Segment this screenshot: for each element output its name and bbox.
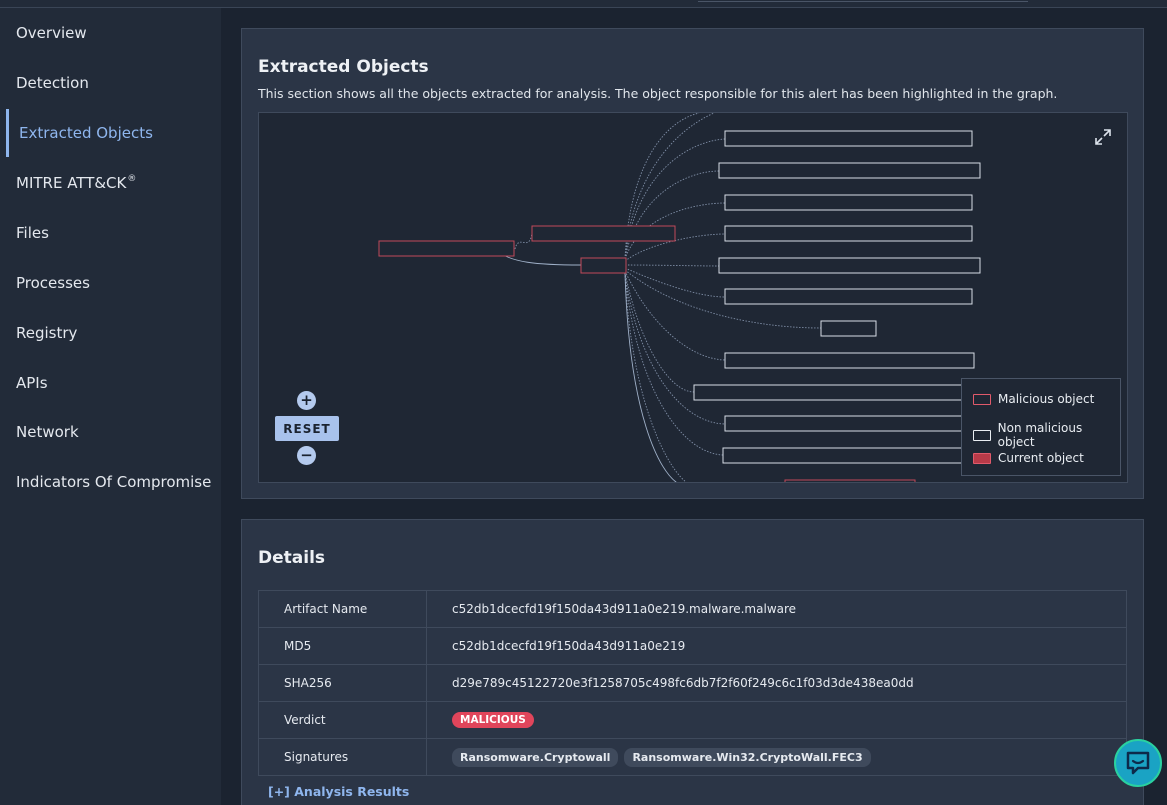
registered-mark: ® [127,174,137,184]
graph-node[interactable] [693,384,985,401]
sidebar-item-label: MITRE ATT&CK [16,174,127,192]
graph-node-malicious[interactable] [784,479,916,483]
sidebar-item-detection[interactable]: Detection [0,58,221,108]
graph-node[interactable] [718,257,981,274]
sidebar-item-network[interactable]: Network [0,407,221,457]
graph-node[interactable] [724,130,973,147]
legend-item-current: Current object [973,451,1084,465]
sidebar-item-label: Processes [16,274,90,292]
graph-node[interactable] [724,288,973,305]
analysis-results-link[interactable]: [+] Analysis Results [268,784,409,799]
graph-legend: Malicious object Non malicious object Cu… [961,378,1121,476]
table-row: Artifact Name c52db1dcecfd19f150da43d911… [258,590,1127,628]
expand-icon[interactable] [1093,127,1113,147]
detail-value: MALICIOUS [426,701,1127,739]
graph-edge [624,272,726,425]
graph-edge [624,264,720,267]
graph-node[interactable] [724,415,986,432]
signature-tag: Ransomware.Cryptowall [452,747,619,767]
extracted-objects-card: Extracted Objects This section shows all… [241,28,1144,499]
zoom-out-button[interactable]: − [297,446,316,465]
detail-key: SHA256 [258,664,427,702]
legend-swatch-non-malicious [973,429,991,441]
legend-swatch-malicious [973,393,991,405]
graph-node[interactable] [718,162,981,179]
legend-item-non-malicious: Non malicious object [973,421,1120,449]
graph-edge [624,267,726,298]
detail-key: Artifact Name [258,590,427,628]
section-description: This section shows all the objects extra… [258,86,1058,101]
active-indicator [6,109,9,157]
graph-node-malicious[interactable] [580,257,627,274]
sidebar-item-label: Registry [16,324,78,342]
detail-key: Signatures [258,738,427,776]
legend-item-malicious: Malicious object [973,392,1094,406]
detail-key: Verdict [258,701,427,739]
top-bar [0,0,1167,8]
detail-key: MD5 [258,627,427,665]
graph-node[interactable] [724,225,973,242]
graph-node[interactable] [820,320,877,337]
top-bar-divider [698,0,1028,2]
table-row: Verdict MALICIOUS [258,701,1127,739]
graph-edge [514,232,533,250]
graph-node[interactable] [724,194,973,211]
graph-edge [624,170,720,260]
legend-label: Non malicious object [997,421,1083,449]
sidebar-item-extracted-objects[interactable]: Extracted Objects [0,108,221,158]
sidebar-item-label: Indicators Of Compromise [16,473,212,491]
sidebar-item-label: APIs [16,374,48,392]
verdict-badge: MALICIOUS [452,712,534,728]
sidebar-item-overview[interactable]: Overview [0,8,221,58]
section-title: Extracted Objects [258,57,429,77]
sidebar: Overview Detection Extracted Objects MIT… [0,8,221,805]
sidebar-item-label: Network [16,423,79,441]
details-table: Artifact Name c52db1dcecfd19f150da43d911… [258,590,1127,776]
zoom-in-button[interactable]: + [297,391,316,410]
graph-edge [624,272,724,456]
sidebar-item-iocs[interactable]: Indicators Of Compromise [0,457,221,507]
detail-value: Ransomware.Cryptowall Ransomware.Win32.Cr… [426,738,1127,776]
detail-value: c52db1dcecfd19f150da43d911a0e219.malware… [426,590,1127,628]
signature-tag: Ransomware.Win32.CryptoWall.FEC3 [624,747,871,767]
detail-value: c52db1dcecfd19f150da43d911a0e219 [426,627,1127,665]
table-row: SHA256 d29e789c45122720e3f1258705c498fc6… [258,664,1127,702]
table-row: Signatures Ransomware.Cryptowall Ransomwa… [258,738,1127,776]
legend-label: Current object [998,451,1084,465]
sidebar-item-registry[interactable]: Registry [0,308,221,358]
sidebar-item-processes[interactable]: Processes [0,258,221,308]
table-row: MD5 c52db1dcecfd19f150da43d911a0e219 [258,627,1127,665]
sidebar-item-label: Detection [16,74,89,92]
sidebar-item-mitre-attack[interactable]: MITRE ATT&CK ® [0,158,221,208]
section-title: Details [258,548,326,568]
details-card: Details Artifact Name c52db1dcecfd19f150… [241,519,1144,805]
object-graph[interactable]: + RESET − Malicious object Non malicious… [258,112,1128,483]
legend-label: Malicious object [998,392,1095,406]
detail-value: d29e789c45122720e3f1258705c498fc6db7f2f6… [426,664,1127,702]
sidebar-item-label: Extracted Objects [19,124,153,142]
legend-swatch-current [973,452,991,464]
graph-node[interactable] [724,352,975,369]
reset-button[interactable]: RESET [275,416,339,441]
chat-icon[interactable] [1114,739,1162,787]
sidebar-item-apis[interactable]: APIs [0,358,221,408]
graph-nodes [378,130,986,483]
graph-node-malicious[interactable] [378,240,515,257]
graph-edge [624,270,726,361]
graph-node-malicious[interactable] [531,225,676,242]
sidebar-item-label: Files [16,224,49,242]
sidebar-item-label: Overview [16,24,87,42]
main-content: Extracted Objects This section shows all… [221,8,1167,805]
sidebar-item-files[interactable]: Files [0,208,221,258]
graph-node[interactable] [722,447,986,464]
